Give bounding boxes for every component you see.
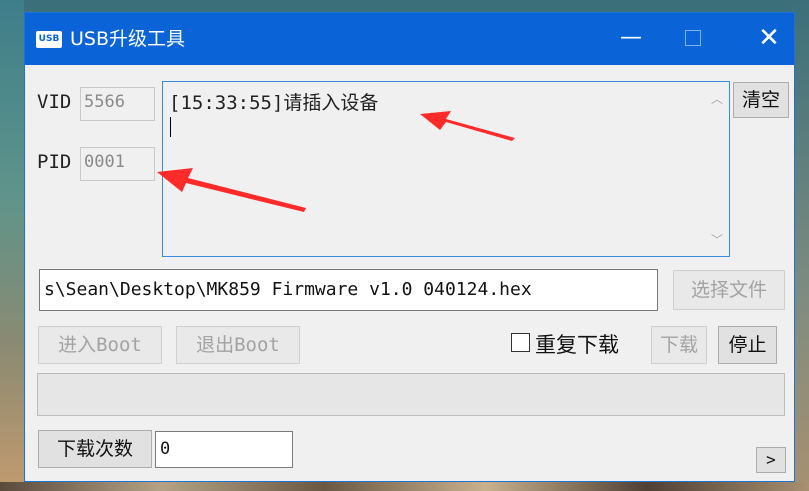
text-caret [170, 117, 171, 137]
exit-boot-button[interactable]: 退出Boot [176, 326, 300, 364]
maximize-icon [685, 30, 701, 46]
pid-field[interactable]: 0001 [80, 147, 155, 181]
enter-boot-button[interactable]: 进入Boot [38, 326, 162, 364]
download-button[interactable]: 下载 [651, 326, 707, 364]
choose-file-button[interactable]: 选择文件 [673, 270, 785, 310]
desktop-background-bottom [0, 482, 809, 491]
log-line: [15:33:55]请插入设备 [169, 92, 379, 114]
usb-upgrade-window: USB USB升级工具 — ✕ VID 5566 PID 0001 [15:33… [24, 12, 795, 482]
more-button[interactable]: > [756, 447, 786, 473]
window-title: USB升级工具 [70, 28, 186, 50]
stop-button[interactable]: 停止 [718, 326, 777, 364]
repeat-download-label: 重复下载 [535, 333, 619, 357]
desktop-background-left [0, 0, 24, 491]
vid-field[interactable]: 5566 [80, 87, 155, 121]
log-textarea[interactable]: [15:33:55]请插入设备 ︿ ﹀ [162, 81, 730, 257]
title-bar[interactable]: USB USB升级工具 — ✕ [25, 13, 794, 65]
vid-label: VID [37, 91, 72, 113]
pid-label: PID [37, 151, 72, 173]
scroll-down-icon[interactable]: ﹀ [707, 231, 727, 249]
minimize-button[interactable]: — [603, 13, 659, 65]
maximize-button[interactable] [665, 13, 721, 65]
clear-button[interactable]: 清空 [733, 82, 789, 118]
firmware-path-field[interactable]: s\Sean\Desktop\MK859 Firmware v1.0 04012… [39, 269, 658, 311]
desktop-background-right [795, 0, 809, 491]
download-count-button[interactable]: 下载次数 [38, 430, 152, 468]
repeat-download-checkbox[interactable] [511, 333, 530, 352]
scroll-up-icon[interactable]: ︿ [707, 90, 727, 108]
close-button[interactable]: ✕ [741, 13, 797, 65]
download-progress-bar [37, 373, 785, 416]
usb-app-icon: USB [36, 31, 62, 48]
download-count-field[interactable]: 0 [155, 431, 293, 468]
